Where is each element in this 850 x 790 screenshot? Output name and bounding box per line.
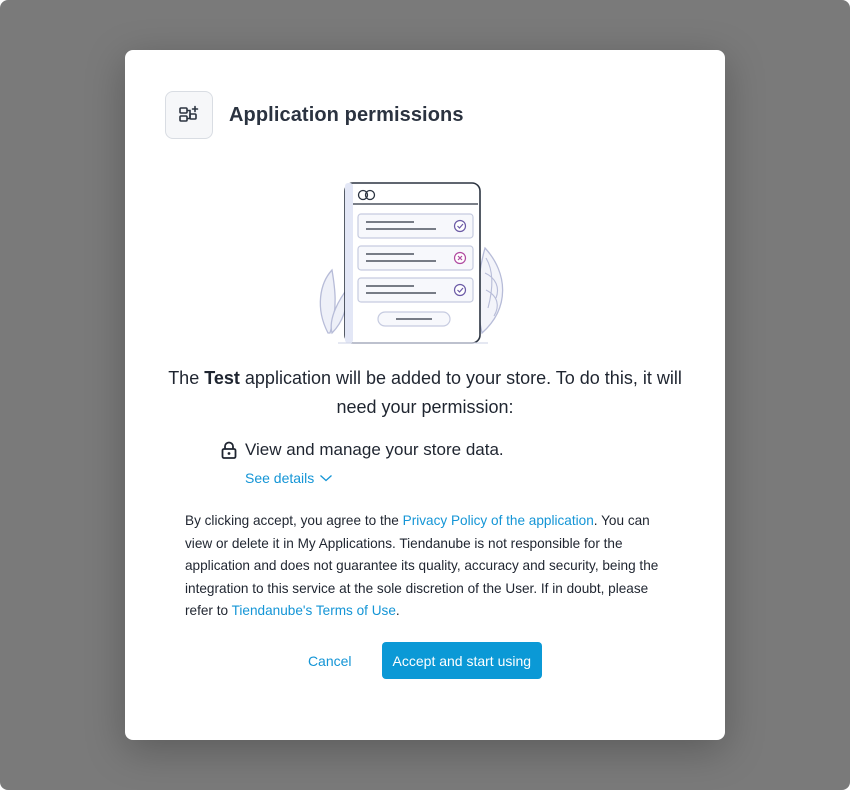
dialog-actions: Cancel Accept and start using [125,642,725,679]
app-name: Test [204,368,240,388]
see-details-label: See details [245,470,315,486]
permission-label: View and manage your store data. [245,440,504,459]
dialog-title: Application permissions [229,103,464,126]
app-icon-container [165,91,213,139]
permissions-illustration [319,182,504,344]
permissions-dialog: Application permissions The Test applica… [125,50,725,740]
terms-of-use-link[interactable]: Tiendanube's Terms of Use [232,603,396,618]
intro-text: The Test application will be added to yo… [165,364,685,422]
see-details-link[interactable]: See details [245,470,333,486]
accept-button[interactable]: Accept and start using [381,642,543,679]
intro-prefix: The [168,368,205,388]
app-grid-plus-icon [179,105,199,122]
legal-disclaimer: By clicking accept, you agree to the Pri… [185,510,665,623]
chevron-down-icon [320,475,333,482]
lock-icon [221,441,237,459]
privacy-policy-link[interactable]: Privacy Policy of the application [403,513,594,528]
legal-text-1: By clicking accept, you agree to the [185,513,403,528]
dialog-header: Application permissions [165,90,464,140]
legal-text-3: . [395,603,400,618]
cancel-button[interactable]: Cancel [308,643,352,679]
permission-item: View and manage your store data. [219,440,504,460]
intro-suffix: application will be added to your store.… [239,368,682,417]
